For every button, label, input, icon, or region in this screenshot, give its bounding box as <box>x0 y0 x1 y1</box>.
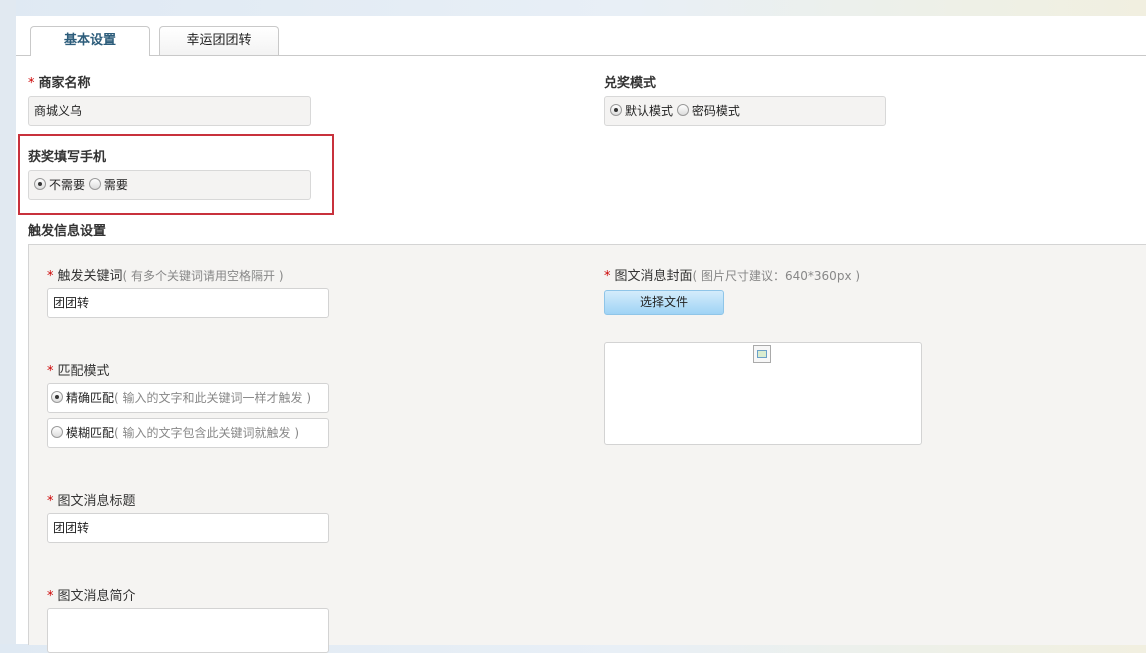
news-summary-label: * 图文消息简介 <box>47 585 136 604</box>
cover-hint: ( 图片尺寸建议：640*360px ) <box>692 269 861 283</box>
news-title-label: * 图文消息标题 <box>47 490 136 509</box>
trigger-section-body: * 触发关键词( 有多个关键词请用空格隔开 ) 团团转 * 匹配模式 精确匹配( 输… <box>28 244 1146 653</box>
keyword-hint: ( 有多个关键词请用空格隔开 ) <box>122 269 284 283</box>
exact-match-hint: ( 输入的文字和此关键词一样才触发 ) <box>114 391 312 405</box>
cover-preview <box>604 342 922 445</box>
radio-required[interactable] <box>88 178 101 190</box>
exact-match-option[interactable]: 精确匹配( 输入的文字和此关键词一样才触发 ) <box>47 383 329 413</box>
choose-file-button[interactable]: 选择文件 <box>604 290 724 315</box>
required-mark: * <box>47 589 54 604</box>
keyword-label: * 触发关键词( 有多个关键词请用空格隔开 ) <box>47 265 284 284</box>
required-mark: * <box>47 364 54 379</box>
radio-default-mode[interactable] <box>610 104 622 116</box>
required-mark: * <box>47 269 54 284</box>
radio-required-label[interactable]: 需要 <box>104 178 128 192</box>
radio-password-mode-label[interactable]: 密码模式 <box>692 104 740 118</box>
redeem-mode-radio-group: 默认模式 密码模式 <box>604 96 886 126</box>
fuzzy-match-hint: ( 输入的文字包含此关键词就触发 ) <box>114 426 300 440</box>
broken-image-icon <box>753 345 771 363</box>
required-mark: * <box>604 269 611 284</box>
news-title-input[interactable]: 团团转 <box>47 513 329 543</box>
settings-panel: 基本设置 幸运团团转 * 商家名称 商城义乌 兑奖模式 默认模式 密码模式 获奖填… <box>16 16 1146 653</box>
match-mode-label-text: 匹配模式 <box>57 364 110 379</box>
keyword-label-text: 触发关键词 <box>57 269 123 284</box>
news-title-label-text: 图文消息标题 <box>57 494 136 509</box>
exact-match-label[interactable]: 精确匹配 <box>66 391 114 405</box>
fuzzy-match-option[interactable]: 模糊匹配( 输入的文字包含此关键词就触发 ) <box>47 418 329 448</box>
news-summary-textarea[interactable] <box>47 608 329 653</box>
news-summary-label-text: 图文消息简介 <box>57 589 136 604</box>
radio-exact-match[interactable] <box>51 391 63 403</box>
merchant-name-label: * 商家名称 <box>28 72 91 91</box>
redeem-mode-label: 兑奖模式 <box>604 76 657 91</box>
tab-lucky-spin[interactable]: 幸运团团转 <box>159 26 279 55</box>
fuzzy-match-label[interactable]: 模糊匹配 <box>66 426 114 440</box>
match-mode-label: * 匹配模式 <box>47 360 110 379</box>
radio-default-mode-label[interactable]: 默认模式 <box>625 104 673 118</box>
phone-required-label: 获奖填写手机 <box>28 150 107 165</box>
window-left-strip <box>0 0 16 644</box>
cover-label: * 图文消息封面( 图片尺寸建议：640*360px ) <box>604 265 860 284</box>
cover-label-text: 图文消息封面 <box>614 269 693 284</box>
keyword-input[interactable]: 团团转 <box>47 288 329 318</box>
radio-not-required-label[interactable]: 不需要 <box>49 178 85 192</box>
phone-required-radio-group: 不需要 需要 <box>28 170 311 200</box>
merchant-name-label-text: 商家名称 <box>38 76 91 91</box>
radio-fuzzy-match[interactable] <box>51 426 63 438</box>
radio-not-required[interactable] <box>34 178 46 190</box>
required-mark: * <box>47 494 54 509</box>
tab-bar: 基本设置 幸运团团转 <box>16 16 1146 56</box>
trigger-section-title: 触发信息设置 <box>28 224 107 239</box>
tab-basic-settings[interactable]: 基本设置 <box>30 26 150 56</box>
merchant-name-field[interactable]: 商城义乌 <box>28 96 311 126</box>
radio-password-mode[interactable] <box>676 104 689 116</box>
required-mark: * <box>28 76 35 91</box>
